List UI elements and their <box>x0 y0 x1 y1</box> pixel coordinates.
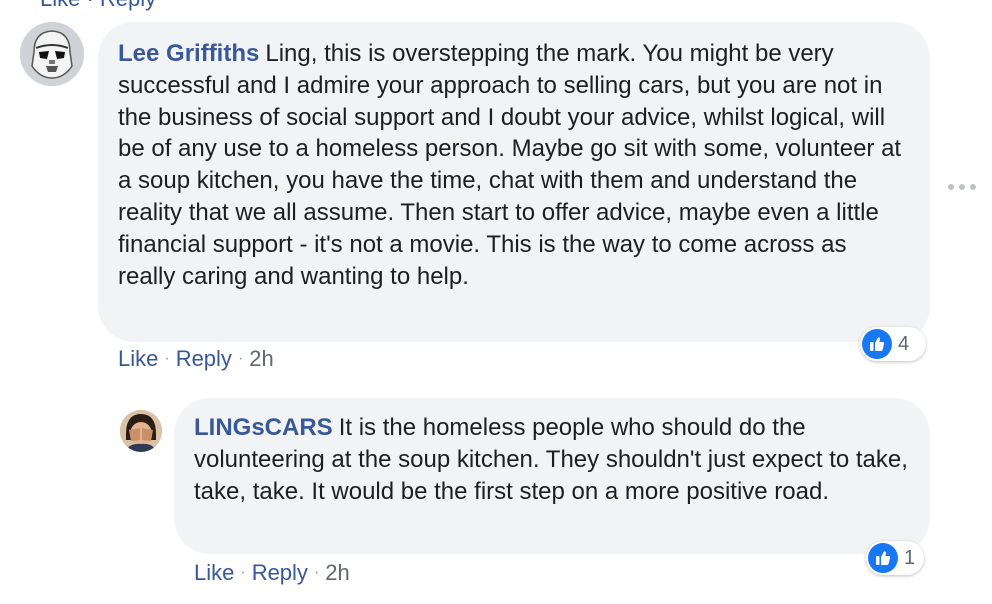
separator: · <box>313 564 320 581</box>
reaction-summary[interactable]: 1 <box>866 541 924 575</box>
reaction-count: 4 <box>898 332 910 355</box>
reply-link[interactable]: Reply <box>252 560 308 585</box>
reply-link[interactable]: Reply <box>176 346 232 371</box>
thumbs-up-icon <box>862 329 892 359</box>
avatar-lingscars[interactable] <box>120 410 162 452</box>
like-link[interactable]: Like <box>118 346 158 371</box>
reaction-summary[interactable]: 4 <box>860 327 926 361</box>
reaction-count: 1 <box>904 546 916 569</box>
comment-author[interactable]: Lee Griffiths <box>118 40 259 67</box>
like-link[interactable]: Like <box>194 560 234 585</box>
separator: · <box>240 564 246 581</box>
comment-text: Ling, this is overstepping the mark. You… <box>118 40 902 290</box>
dot <box>959 184 965 190</box>
more-options-icon[interactable] <box>948 182 976 192</box>
person-covering-face-avatar-icon <box>120 410 162 452</box>
comment-author[interactable]: LINGsCARS <box>194 414 333 441</box>
comment-bubble: Lee Griffiths Ling, this is overstepping … <box>98 22 930 342</box>
comment-actions: Like · Reply · 2h <box>118 346 274 372</box>
comment-timestamp[interactable]: 2h <box>249 346 273 371</box>
comment-actions: Like · Reply · 2h <box>194 560 350 586</box>
thumbs-up-icon <box>868 543 898 573</box>
avatar-lee-griffiths[interactable] <box>20 22 84 86</box>
previous-comment-actions[interactable]: Like · Reply <box>40 0 156 12</box>
separator: · <box>237 350 244 367</box>
dot <box>970 184 976 190</box>
separator: · <box>164 350 170 367</box>
dot <box>948 184 954 190</box>
comment-timestamp[interactable]: 2h <box>325 560 349 585</box>
reply-bubble: LINGsCARS It is the homeless people who s… <box>174 398 930 554</box>
stormtrooper-avatar-icon <box>20 22 84 86</box>
